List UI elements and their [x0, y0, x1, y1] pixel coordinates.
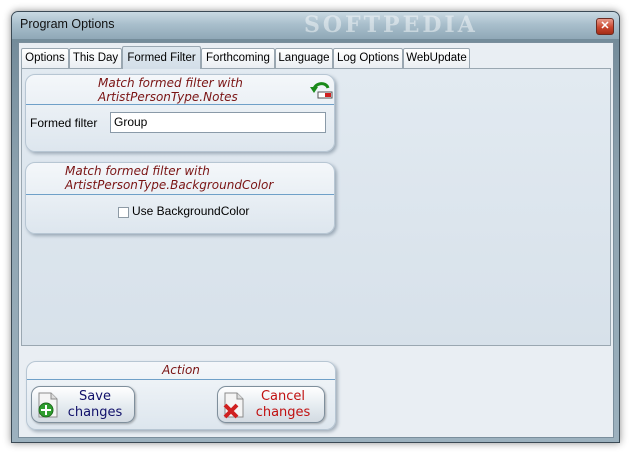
bgcolor-title-line1: Match formed filter with	[65, 164, 210, 178]
softpedia-watermark: SOFTPEDIA	[304, 12, 478, 38]
save-changes-button[interactable]: Save changes	[31, 386, 135, 423]
formed-filter-input[interactable]: Group	[110, 112, 326, 133]
bgcolor-filter-group: Match formed filter with ArtistPersonTyp…	[25, 162, 335, 234]
cancel-changes-button[interactable]: Cancel changes	[217, 386, 325, 423]
program-options-window: Program Options SOFTPEDIA ✕ Options This…	[11, 11, 620, 443]
cancel-label-line1: Cancel	[260, 389, 306, 404]
dialog-client: Options This Day Formed Filter Forthcomi…	[18, 42, 614, 438]
tab-language[interactable]: Language	[275, 48, 333, 68]
save-document-icon	[36, 391, 62, 424]
close-button[interactable]: ✕	[596, 18, 614, 35]
notes-group-title: Match formed filter with ArtistPersonTyp…	[26, 75, 334, 105]
bgcolor-title-line2: ArtistPersonType.BackgroundColor	[65, 178, 274, 192]
tab-this-day[interactable]: This Day	[69, 48, 122, 68]
save-label-line2: changes	[67, 405, 123, 420]
action-group-title: Action	[27, 362, 335, 380]
undo-arrow-icon[interactable]	[308, 78, 334, 105]
notes-filter-group: Match formed filter with ArtistPersonTyp…	[25, 74, 335, 152]
notes-title-line2: ArtistPersonType.Notes	[98, 90, 238, 104]
cancel-changes-label: Cancel changes	[252, 389, 314, 421]
bgcolor-group-title: Match formed filter with ArtistPersonTyp…	[26, 163, 334, 195]
notes-title-line1: Match formed filter with	[98, 76, 243, 90]
close-icon: ✕	[600, 20, 610, 32]
save-changes-label: Save changes	[66, 389, 124, 421]
action-group: Action Save changes Cancel changes	[26, 361, 336, 430]
use-backgroundcolor-checkbox[interactable]	[118, 207, 129, 218]
title-bar[interactable]: Program Options SOFTPEDIA ✕	[12, 12, 619, 39]
formed-filter-label: Formed filter	[30, 116, 98, 130]
window-title: Program Options	[20, 17, 115, 31]
use-backgroundcolor-label[interactable]: Use BackgroundColor	[132, 204, 249, 218]
tab-webupdate[interactable]: WebUpdate	[403, 48, 470, 68]
tab-log-options[interactable]: Log Options	[333, 48, 403, 68]
cancel-document-icon	[222, 391, 248, 424]
cancel-label-line2: changes	[255, 405, 311, 420]
tab-options[interactable]: Options	[21, 48, 69, 68]
tab-formed-filter[interactable]: Formed Filter	[122, 46, 201, 69]
save-label-line1: Save	[79, 389, 111, 404]
formed-filter-panel: Match formed filter with ArtistPersonTyp…	[21, 68, 611, 346]
tab-forthcoming[interactable]: Forthcoming	[201, 48, 275, 68]
